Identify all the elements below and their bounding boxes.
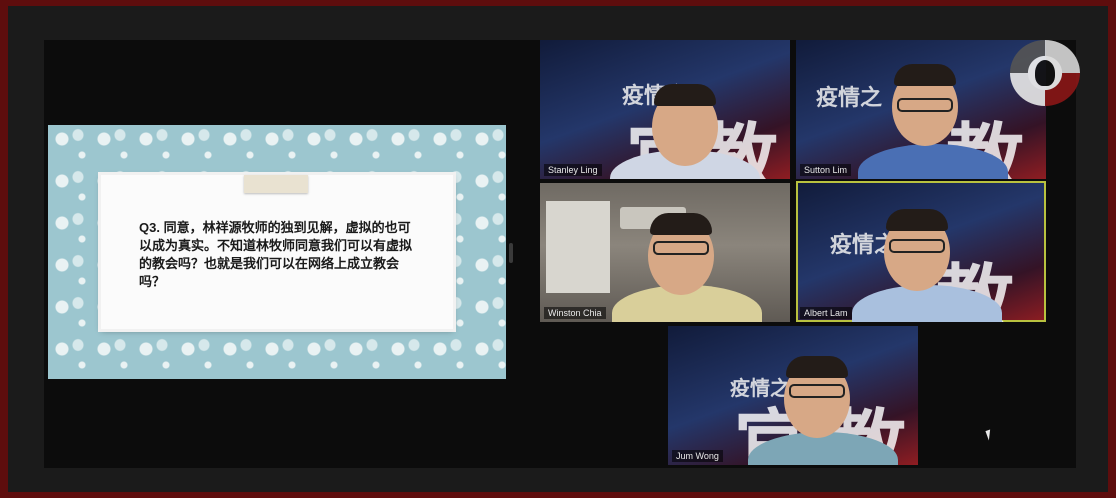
- participant-name: Jum Wong: [672, 450, 723, 462]
- video-tile-albert-lam[interactable]: 疫情之 教 Albert Lam: [796, 181, 1046, 322]
- participant-name: Albert Lam: [800, 307, 852, 319]
- video-tile-sutton-lim[interactable]: 疫情之 教 Sutton Lim: [796, 40, 1046, 179]
- video-tile-winston-chia[interactable]: Winston Chia: [540, 183, 790, 322]
- glasses: [889, 239, 945, 253]
- glasses: [897, 98, 953, 112]
- participant-name: Sutton Lim: [800, 164, 852, 176]
- person-hair: [654, 84, 716, 106]
- split-resize-handle[interactable]: [509, 243, 513, 263]
- glasses: [653, 241, 709, 255]
- poster-title: 疫情之: [816, 85, 883, 111]
- logo-icon: [1010, 40, 1080, 106]
- participant-name: Winston Chia: [544, 307, 606, 319]
- person-hair: [786, 356, 848, 378]
- participant-name: Stanley Ling: [544, 164, 602, 176]
- video-tile-jum-wong[interactable]: 疫情之 官 教 Jum Wong: [668, 326, 918, 465]
- video-tile-stanley-ling[interactable]: 疫情之 官 教 Stanley Ling: [540, 40, 790, 179]
- question-text: Q3. 同意，林祥源牧师的独到见解，虚拟的也可以成为真实。不知道林牧师同意我们可…: [139, 220, 413, 289]
- logo-mark: [1035, 60, 1055, 86]
- person-hair: [894, 64, 956, 86]
- glasses: [789, 384, 845, 398]
- person-hair: [886, 209, 948, 231]
- shared-slide[interactable]: Q3. 同意，林祥源牧师的独到见解，虚拟的也可以成为真实。不知道林牧师同意我们可…: [48, 125, 506, 379]
- room-window: [546, 201, 610, 293]
- person-hair: [650, 213, 712, 235]
- tape-decoration: [244, 175, 308, 193]
- question-card: Q3. 同意，林祥源牧师的独到见解，虚拟的也可以成为真实。不知道林牧师同意我们可…: [101, 175, 453, 329]
